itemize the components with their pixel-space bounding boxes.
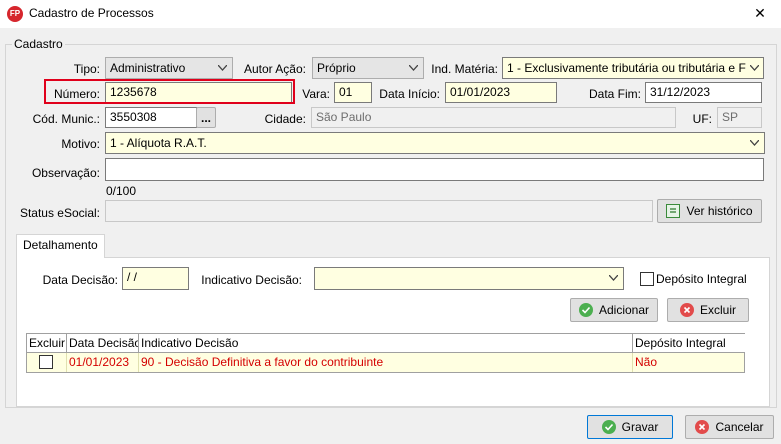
- cod-munic-label: Cód. Munic.:: [32, 112, 100, 126]
- tab-detalhamento[interactable]: Detalhamento: [16, 234, 105, 258]
- cidade-field: São Paulo: [311, 107, 676, 128]
- chevron-down-icon[interactable]: [746, 58, 763, 78]
- chevron-down-icon[interactable]: [605, 268, 622, 288]
- observacao-field[interactable]: [105, 158, 764, 181]
- excluir-button[interactable]: Excluir: [667, 298, 749, 322]
- data-decisao-label: Data Decisão:: [42, 273, 118, 287]
- cidade-label: Cidade:: [264, 112, 306, 126]
- history-icon: [666, 204, 681, 218]
- check-icon: [601, 420, 616, 434]
- table-header-excluir[interactable]: Excluir: [27, 334, 67, 353]
- cancelar-button[interactable]: Cancelar: [685, 415, 774, 439]
- data-fim-label: Data Fim:: [588, 87, 641, 101]
- delete-icon: [679, 303, 694, 317]
- ver-historico-button[interactable]: Ver histórico: [657, 199, 762, 223]
- numero-highlight-box: [44, 79, 295, 104]
- motivo-select-value: 1 - Alíquota R.A.T.: [110, 136, 207, 150]
- data-decisao-field[interactable]: / /: [122, 267, 189, 290]
- vara-label: Vara:: [302, 87, 330, 101]
- cancelar-label: Cancelar: [715, 420, 764, 434]
- status-esocial-field: [105, 200, 653, 222]
- ind-materia-select-value: 1 - Exclusivamente tributária ou tributá…: [507, 61, 764, 75]
- uf-field: SP: [717, 107, 762, 128]
- observacao-counter: 0/100: [106, 184, 137, 198]
- data-fim-field[interactable]: 31/12/2023: [645, 82, 762, 103]
- ind-materia-label: Ind. Matéria:: [431, 62, 498, 76]
- motivo-select[interactable]: 1 - Alíquota R.A.T.: [105, 132, 765, 154]
- indicativo-decisao-select[interactable]: [314, 267, 624, 290]
- close-icon[interactable]: ✕: [745, 1, 775, 25]
- cod-munic-search-button[interactable]: ...: [196, 107, 216, 128]
- ver-historico-label: Ver histórico: [686, 204, 753, 218]
- deposito-integral-checkbox[interactable]: [640, 272, 654, 286]
- cancel-icon: [695, 420, 710, 434]
- table-header-data-decisao[interactable]: Data Decisão: [67, 334, 139, 353]
- observacao-label: Observação:: [31, 166, 100, 180]
- check-icon: [578, 303, 593, 317]
- data-inicio-label: Data Início:: [379, 87, 440, 101]
- window-title: Cadastro de Processos: [29, 6, 154, 20]
- data-inicio-field[interactable]: 01/01/2023: [445, 82, 557, 103]
- ind-materia-select[interactable]: 1 - Exclusivamente tributária ou tributá…: [502, 57, 764, 79]
- deposito-integral-label: Depósito Integral: [656, 272, 747, 286]
- adicionar-label: Adicionar: [598, 303, 650, 317]
- app-logo-icon: FP: [7, 6, 23, 22]
- chevron-down-icon[interactable]: [214, 58, 231, 78]
- gravar-button[interactable]: Gravar: [587, 415, 673, 439]
- tipo-label: Tipo:: [73, 62, 100, 76]
- indicativo-decisao-label: Indicativo Decisão:: [201, 273, 302, 287]
- gravar-label: Gravar: [621, 420, 659, 434]
- decisoes-table: Excluir Data Decisão Indicativo Decisão …: [26, 333, 745, 373]
- chevron-down-icon[interactable]: [405, 58, 422, 78]
- table-header-deposito[interactable]: Depósito Integral: [633, 334, 745, 353]
- motivo-label: Motivo:: [61, 137, 100, 151]
- vara-field[interactable]: 01: [334, 82, 372, 103]
- table-cell-data-decisao: 01/01/2023: [67, 353, 139, 372]
- row-excluir-checkbox[interactable]: [39, 355, 53, 369]
- cadastro-group-label: Cadastro: [12, 37, 65, 51]
- autor-acao-label: Autor Ação:: [243, 62, 306, 76]
- table-cell-deposito: Não: [635, 355, 658, 369]
- table-cell-excluir: [27, 353, 67, 372]
- status-esocial-label: Status eSocial:: [19, 206, 100, 220]
- adicionar-button[interactable]: Adicionar: [570, 298, 658, 322]
- table-cell-indicativo: 90 - Decisão Definitiva a favor do contr…: [139, 353, 633, 372]
- uf-label: UF:: [692, 112, 712, 126]
- table-row[interactable]: 01/01/2023 90 - Decisão Definitiva a fav…: [27, 353, 744, 372]
- excluir-label: Excluir: [699, 303, 736, 317]
- cod-munic-field[interactable]: 3550308: [105, 107, 197, 128]
- autor-acao-select-value: Próprio: [317, 61, 356, 75]
- tipo-select-value: Administrativo: [110, 61, 186, 75]
- table-header-indicativo[interactable]: Indicativo Decisão: [139, 334, 633, 353]
- chevron-down-icon[interactable]: [746, 133, 763, 153]
